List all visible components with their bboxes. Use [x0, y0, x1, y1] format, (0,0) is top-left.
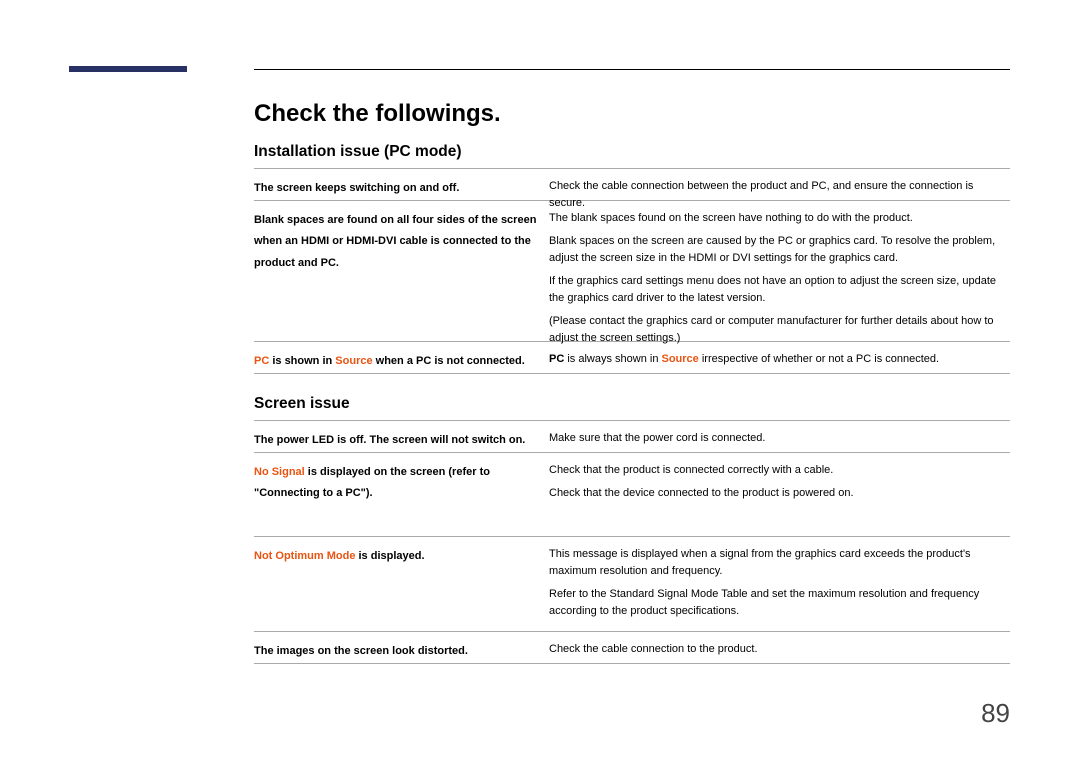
row-rule: [254, 168, 1010, 169]
issue-label: The images on the screen look distorted.: [254, 641, 539, 662]
issue-description: Make sure that the power cord is connect…: [549, 430, 1010, 453]
row-rule: [254, 420, 1010, 421]
issue-label: PC is shown in Source when a PC is not c…: [254, 351, 539, 372]
page-number: 89: [981, 698, 1010, 729]
issue-description: PC is always shown in Source irrespectiv…: [549, 351, 1010, 374]
issue-label: The screen keeps switching on and off.: [254, 178, 539, 199]
row-rule: [254, 536, 1010, 537]
section2-title: Screen issue: [254, 395, 350, 413]
issue-label: No Signal is displayed on the screen (re…: [254, 462, 539, 505]
issue-description: Check the cable connection to the produc…: [549, 641, 1010, 664]
header-accent-bar: [69, 66, 187, 72]
issue-label: The power LED is off. The screen will no…: [254, 430, 539, 451]
issue-description: The blank spaces found on the screen hav…: [549, 210, 1010, 353]
section1-title: Installation issue (PC mode): [254, 143, 462, 161]
issue-label: Not Optimum Mode is displayed.: [254, 546, 539, 567]
row-rule: [254, 631, 1010, 632]
issue-label: Blank spaces are found on all four sides…: [254, 210, 539, 274]
issue-description: This message is displayed when a signal …: [549, 546, 1010, 626]
page-heading: Check the followings.: [254, 100, 501, 128]
header-rule: [254, 69, 1010, 70]
issue-description: Check that the product is connected corr…: [549, 462, 1010, 508]
